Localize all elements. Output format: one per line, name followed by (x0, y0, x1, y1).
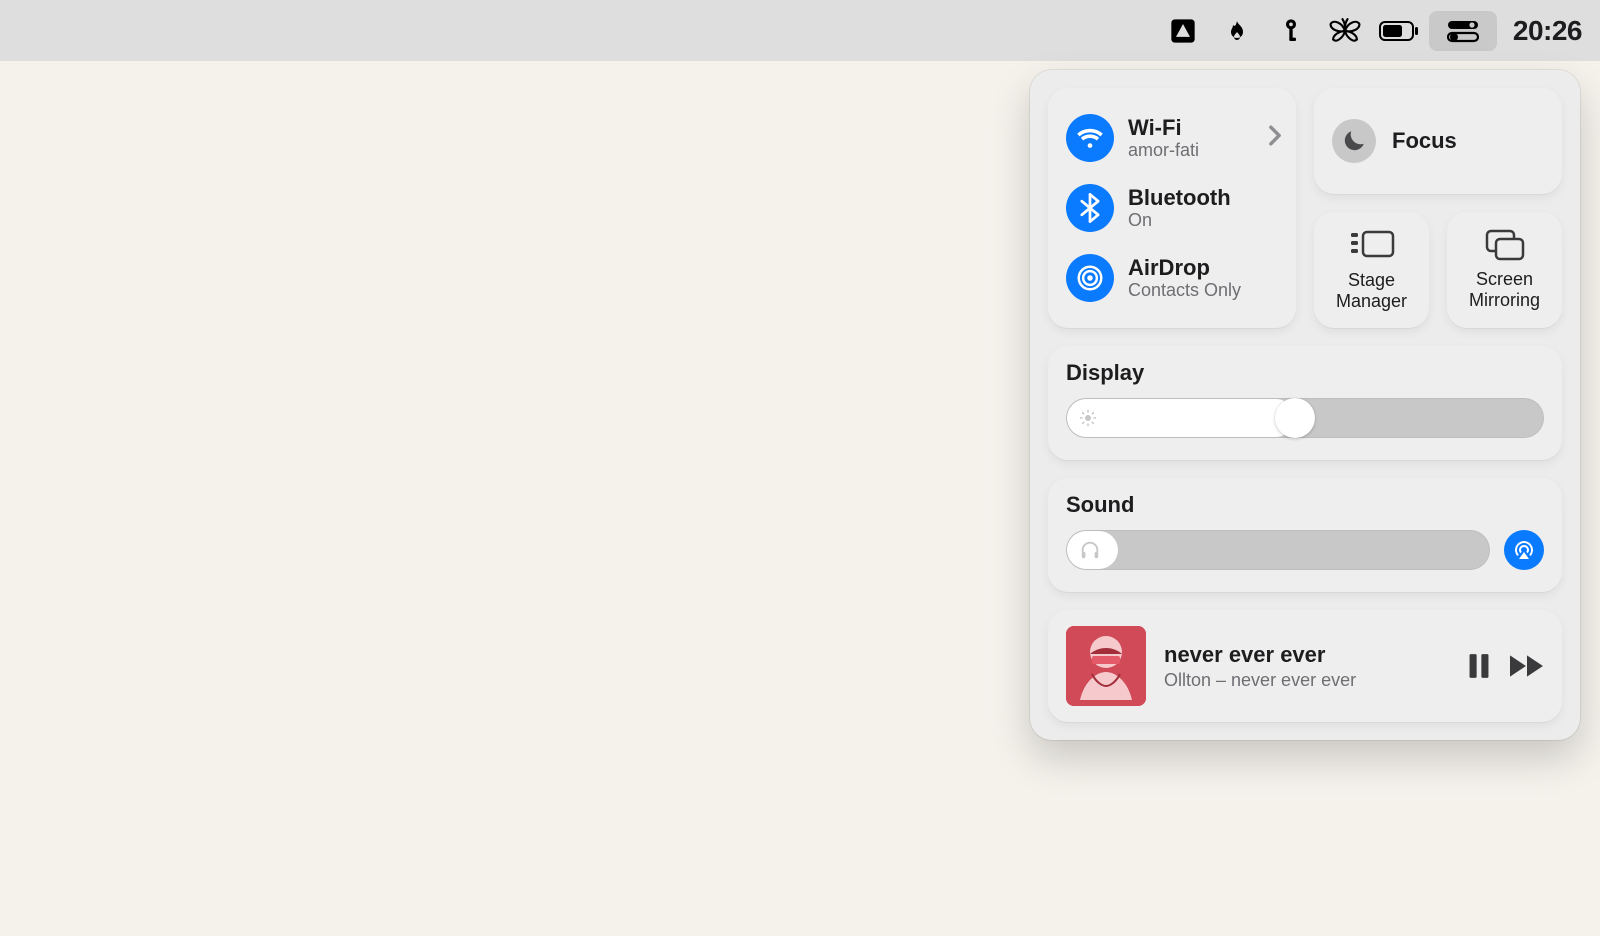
sound-slider[interactable] (1066, 530, 1490, 570)
connectivity-tile: Wi-Fi amor-fati Bluetooth On AirDrop Con… (1048, 88, 1296, 328)
stage-manager-label: Stage Manager (1336, 270, 1407, 311)
airdrop-icon (1066, 254, 1114, 302)
sound-tile: Sound (1048, 478, 1562, 592)
chevron-right-icon[interactable] (1268, 125, 1282, 152)
key-icon[interactable] (1267, 11, 1315, 51)
screen-mirroring-tile[interactable]: Screen Mirroring (1447, 212, 1562, 328)
menubar: 20:26 (0, 0, 1600, 61)
bluetooth-status: On (1128, 210, 1231, 231)
airdrop-item[interactable]: AirDrop Contacts Only (1058, 246, 1286, 310)
now-playing-tile[interactable]: never ever ever Ollton – never ever ever (1048, 610, 1562, 722)
wifi-item[interactable]: Wi-Fi amor-fati (1058, 106, 1286, 170)
screen-mirroring-icon (1485, 229, 1525, 261)
bluetooth-icon (1066, 184, 1114, 232)
next-track-button[interactable] (1510, 655, 1544, 677)
control-center-panel: Wi-Fi amor-fati Bluetooth On AirDrop Con… (1030, 70, 1580, 740)
display-label: Display (1066, 360, 1544, 386)
airdrop-label: AirDrop (1128, 255, 1241, 280)
stage-manager-tile[interactable]: Stage Manager (1314, 212, 1429, 328)
album-art (1066, 626, 1146, 706)
media-subtitle: Ollton – never ever ever (1164, 669, 1450, 692)
airdrop-status: Contacts Only (1128, 280, 1241, 301)
pause-button[interactable] (1468, 653, 1490, 679)
bluetooth-label: Bluetooth (1128, 185, 1231, 210)
focus-tile[interactable]: Focus (1314, 88, 1562, 194)
media-title: never ever ever (1164, 641, 1450, 669)
stage-manager-icon (1349, 228, 1395, 262)
battery-icon[interactable] (1375, 11, 1423, 51)
display-slider[interactable] (1066, 398, 1544, 438)
menubar-clock[interactable]: 20:26 (1503, 15, 1582, 47)
flame-icon[interactable] (1213, 11, 1261, 51)
airplay-audio-icon (1512, 538, 1536, 562)
audio-output-button[interactable] (1504, 530, 1544, 570)
display-slider-thumb[interactable] (1275, 398, 1315, 438)
display-tile: Display (1048, 346, 1562, 460)
moon-icon (1332, 119, 1376, 163)
brightness-icon (1079, 409, 1097, 427)
control-center-icon[interactable] (1429, 11, 1497, 51)
sound-label: Sound (1066, 492, 1544, 518)
butterfly-icon[interactable] (1321, 11, 1369, 51)
focus-label: Focus (1392, 128, 1457, 154)
bluetooth-item[interactable]: Bluetooth On (1058, 176, 1286, 240)
screen-mirroring-label: Screen Mirroring (1469, 269, 1540, 310)
wifi-label: Wi-Fi (1128, 115, 1199, 140)
wifi-icon (1066, 114, 1114, 162)
headphones-icon (1079, 539, 1101, 561)
wifi-status: amor-fati (1128, 140, 1199, 161)
menubar-abstract-icon[interactable] (1159, 11, 1207, 51)
